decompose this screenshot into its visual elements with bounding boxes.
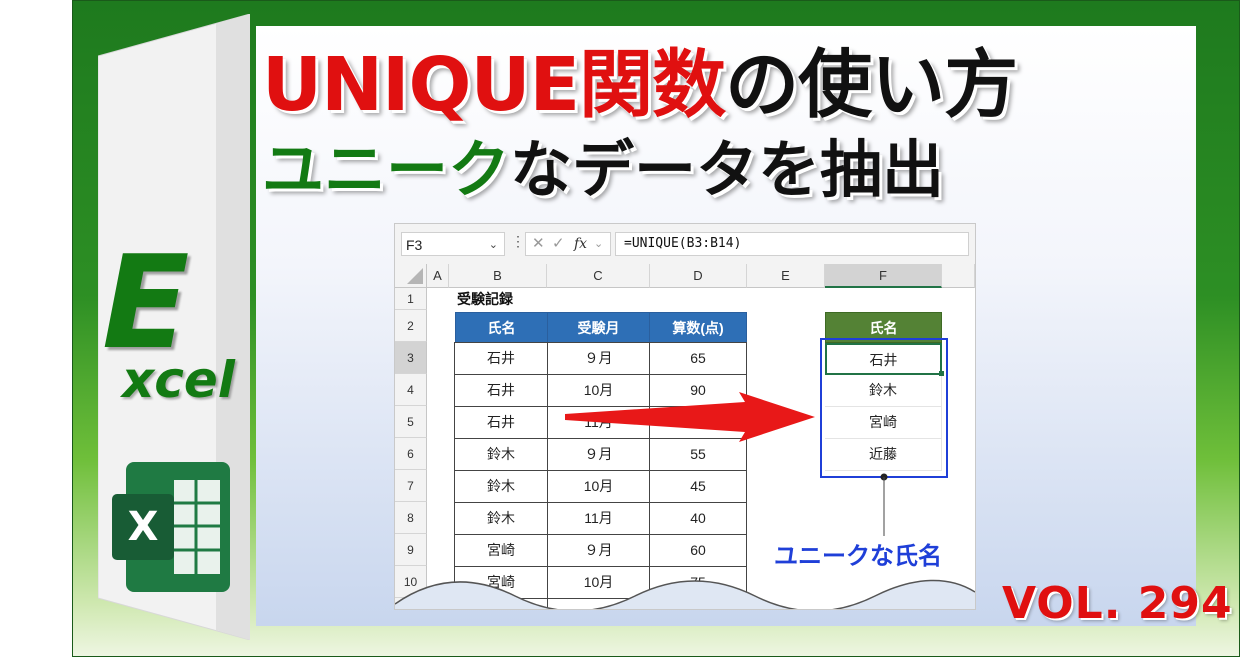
table-cell[interactable]: 11月 (547, 406, 650, 439)
row-header-10[interactable]: 10 (395, 566, 427, 598)
formula-bar: F3 ⌄ ⋮ ✕ ✓ fx ⌄ =UNIQUE(B3:B14) (395, 224, 975, 264)
formula-input[interactable]: =UNIQUE(B3:B14) (615, 232, 969, 256)
column-header-f[interactable]: F (825, 264, 942, 288)
row-header-9[interactable]: 9 (395, 534, 427, 566)
table-cell[interactable]: 65 (649, 342, 747, 375)
table-cell[interactable]: 宮崎 (454, 566, 548, 599)
table-cell[interactable]: 90 (649, 374, 747, 407)
table-cell[interactable]: 10月 (547, 566, 650, 599)
table-cell[interactable] (649, 598, 747, 609)
more-options-icon[interactable]: ⋮ (511, 233, 525, 250)
table-cell[interactable]: 鈴木 (454, 438, 548, 471)
table-cell[interactable]: 10月 (547, 374, 650, 407)
name-box[interactable]: F3 ⌄ (401, 232, 505, 256)
column-header-b[interactable]: B (449, 264, 547, 288)
unique-result-cell[interactable]: 近藤 (825, 439, 942, 471)
table-cell[interactable]: ９月 (547, 342, 650, 375)
table-cell[interactable]: 45 (649, 470, 747, 503)
row-header-4[interactable]: 4 (395, 374, 427, 406)
volume-label: VOL. 294 (1002, 578, 1233, 629)
row-header-6[interactable]: 6 (395, 438, 427, 470)
row-header-5[interactable]: 5 (395, 406, 427, 438)
table-cell[interactable]: 40 (649, 502, 747, 535)
confirm-icon[interactable]: ✓ (552, 233, 565, 255)
row-header-1[interactable]: 1 (395, 288, 427, 310)
table-cell[interactable]: 鈴木 (454, 502, 548, 535)
column-header-g[interactable] (942, 264, 975, 288)
table-cell[interactable]: 60 (649, 534, 747, 567)
table-cell[interactable]: 55 (649, 438, 747, 471)
table-cell[interactable]: ９月 (547, 534, 650, 567)
excel-logo-letter: X (128, 504, 159, 550)
table-cell[interactable]: 50 (649, 406, 747, 439)
corner-triangle-icon (407, 268, 423, 284)
chevron-down-icon[interactable]: ⌄ (489, 233, 498, 257)
table-cell[interactable]: 10月 (547, 470, 650, 503)
title-function-name: UNIQUE関数 (262, 42, 726, 128)
table-cell[interactable]: 75 (649, 566, 747, 599)
subtitle-rest: なデータを抽出 (510, 133, 945, 206)
subtitle-highlight: ユニーク (262, 133, 511, 206)
excel-wordmark-e: E (102, 229, 190, 378)
unique-result-cell[interactable]: 鈴木 (825, 375, 942, 407)
callout-anchor-dot (880, 473, 888, 481)
chevron-down-icon[interactable]: ⌄ (594, 233, 603, 255)
row-header-8[interactable]: 8 (395, 502, 427, 534)
table-title[interactable]: 受験記録 (457, 288, 513, 310)
insert-function-button[interactable]: fx (574, 233, 587, 255)
table-cell[interactable]: ９月 (547, 438, 650, 471)
unique-result-cell[interactable]: 宮崎 (825, 407, 942, 439)
callout-label: ユニークな氏名 (774, 542, 942, 570)
excel-logo-icon: X (112, 462, 230, 592)
table-cell[interactable]: 石井 (454, 342, 548, 375)
excel-wordmark-xcel: xcel (122, 351, 235, 409)
unique-result-cell-selected[interactable]: 石井 (825, 343, 942, 375)
select-all-corner[interactable] (395, 264, 427, 288)
column-header-c[interactable]: C (547, 264, 650, 288)
header-unique-name[interactable]: 氏名 (825, 312, 942, 343)
header-month[interactable]: 受験月 (547, 312, 650, 343)
column-header-a[interactable]: A (427, 264, 449, 288)
name-box-value: F3 (406, 237, 423, 253)
cancel-icon[interactable]: ✕ (532, 233, 545, 255)
header-name[interactable]: 氏名 (455, 312, 548, 343)
table-cell[interactable]: 11月 (547, 502, 650, 535)
fill-handle[interactable] (939, 371, 944, 376)
header-math-score[interactable]: 算数(点) (649, 312, 747, 343)
column-header-d[interactable]: D (650, 264, 747, 288)
page-title: UNIQUE関数の使い方 (262, 40, 1018, 130)
table-cell[interactable]: 鈴木 (454, 470, 548, 503)
row-header-7[interactable]: 7 (395, 470, 427, 502)
table-cell[interactable] (547, 598, 650, 609)
row-header-3[interactable]: 3 (395, 342, 427, 374)
row-header-2[interactable]: 2 (395, 310, 427, 342)
table-cell[interactable]: 石井 (454, 406, 548, 439)
column-header-e[interactable]: E (747, 264, 825, 288)
page-subtitle: ユニークなデータを抽出 (262, 130, 944, 210)
table-cell[interactable]: 石井 (454, 374, 548, 407)
formula-buttons: ✕ ✓ fx ⌄ (525, 232, 611, 256)
table-cell[interactable]: 宮崎 (454, 598, 548, 609)
title-suffix: の使い方 (725, 42, 1018, 128)
table-cell[interactable]: 宮崎 (454, 534, 548, 567)
row-header-11[interactable]: 11 (395, 598, 427, 609)
